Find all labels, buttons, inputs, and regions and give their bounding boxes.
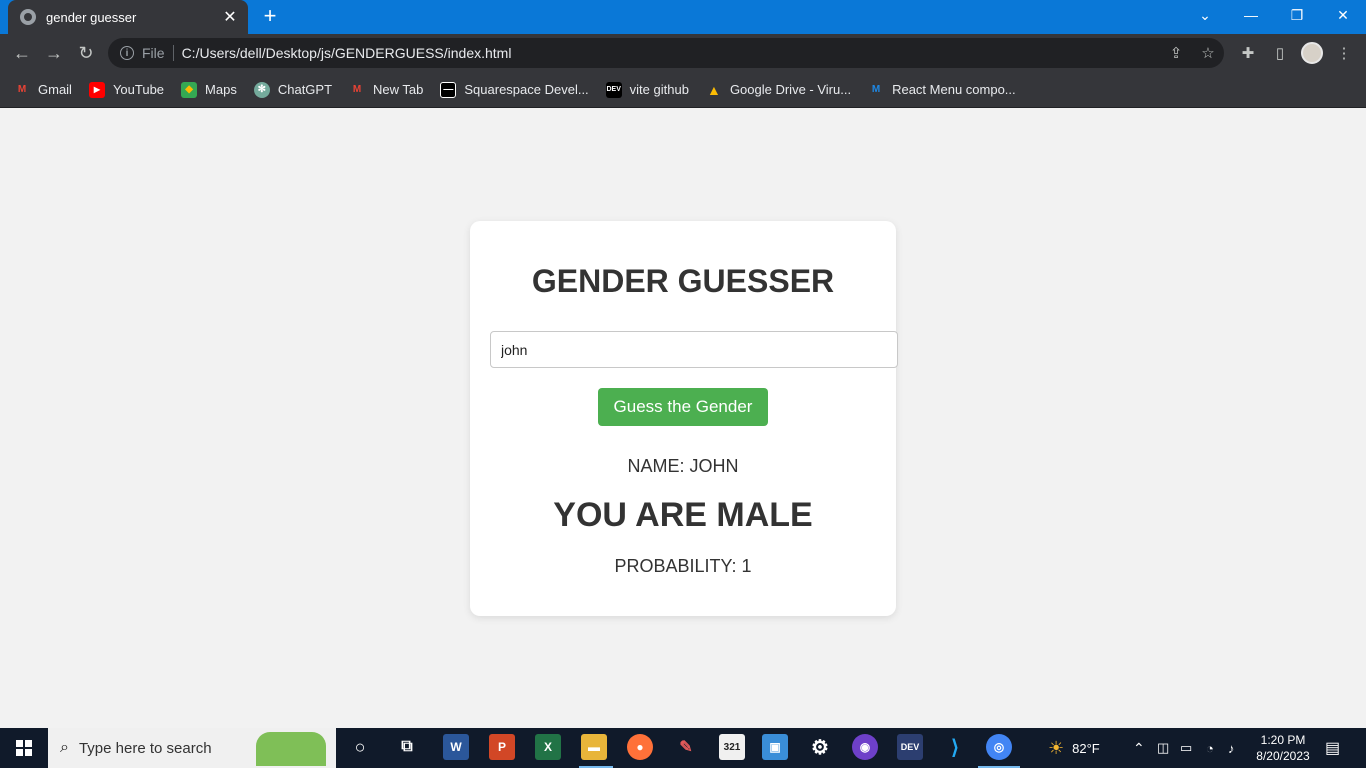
- name-input[interactable]: [490, 331, 898, 368]
- task-view-icon[interactable]: ⧉: [394, 734, 420, 760]
- battery-icon[interactable]: ▭: [1180, 728, 1192, 768]
- bookmark-star-icon[interactable]: ☆: [1198, 43, 1218, 63]
- volume-icon[interactable]: ♪: [1228, 728, 1235, 768]
- bookmark-label: ChatGPT: [277, 82, 333, 97]
- bookmark-gmail[interactable]: M Gmail: [14, 82, 72, 98]
- weather-temp: 82°F: [1072, 740, 1100, 756]
- bookmark-label: vite github: [629, 82, 689, 97]
- menu-kebab-icon[interactable]: ⋮: [1334, 43, 1354, 63]
- system-clock[interactable]: 1:20 PM 8/20/2023: [1250, 732, 1316, 764]
- browser-tab[interactable]: gender guesser ✕: [8, 0, 248, 34]
- bookmark-chatgpt[interactable]: ✻ ChatGPT: [253, 81, 333, 98]
- browser-toolbar: ← → ↻ i File C:/Users/dell/Desktop/js/GE…: [0, 34, 1366, 72]
- bookmark-label: New Tab: [373, 82, 424, 97]
- wifi-icon[interactable]: ◔: [1206, 728, 1214, 768]
- dev-app-icon[interactable]: DEV: [897, 734, 923, 760]
- bookmark-label: Squarespace Devel...: [464, 82, 589, 97]
- bookmark-google-drive[interactable]: ▲ Google Drive - Viru...: [706, 82, 851, 98]
- maps-icon: ◆: [181, 81, 198, 98]
- bookmark-vite-github[interactable]: DEV vite github: [605, 81, 689, 98]
- github-icon[interactable]: ◉: [852, 734, 878, 760]
- calendar-icon[interactable]: 321: [719, 734, 745, 760]
- windows-icon: [16, 740, 32, 756]
- youtube-icon: ▶: [88, 81, 105, 98]
- taskbar-search[interactable]: ⌕ Type here to search: [48, 728, 336, 768]
- bookmark-squarespace[interactable]: — Squarespace Devel...: [440, 81, 589, 98]
- bookmark-label: Maps: [205, 82, 237, 97]
- search-placeholder: Type here to search: [78, 739, 212, 757]
- app-title: GENDER GUESSER: [531, 263, 835, 299]
- meet-now-icon[interactable]: ◫: [1157, 728, 1169, 768]
- name-result: NAME: JOHN: [627, 456, 739, 476]
- settings-gear-icon[interactable]: ⚙: [807, 734, 833, 760]
- start-button[interactable]: [0, 728, 48, 768]
- scheme-label: File: [142, 45, 174, 61]
- address-bar[interactable]: i File C:/Users/dell/Desktop/js/GENDERGU…: [108, 38, 1224, 68]
- bookmarks-bar: M Gmail ▶ YouTube ◆ Maps ✻ ChatGPT M New…: [0, 72, 1366, 108]
- firefox-icon[interactable]: ●: [627, 734, 653, 760]
- browser-tab-strip: gender guesser ✕ + ⌄ — ❐ ✕: [0, 0, 1366, 34]
- file-explorer-icon[interactable]: ▬: [581, 734, 607, 760]
- minimize-button[interactable]: —: [1228, 0, 1274, 30]
- chrome-icon[interactable]: ◎: [986, 734, 1012, 760]
- extensions-icon[interactable]: ✚: [1238, 43, 1258, 63]
- paint-icon[interactable]: ✎: [673, 734, 699, 760]
- chevron-up-icon[interactable]: ⌃: [1133, 728, 1145, 768]
- cortana-icon[interactable]: ○: [347, 734, 373, 760]
- word-icon[interactable]: W: [443, 734, 469, 760]
- side-panel-icon[interactable]: ▯: [1270, 43, 1290, 63]
- weather-icon: ☀: [1048, 737, 1065, 758]
- taskbar: ⌕ Type here to search ○ ⧉ W P X ▬ ● ✎ 32…: [0, 728, 1366, 768]
- react-menu-icon: M: [871, 84, 881, 95]
- tab-title: gender guesser: [46, 9, 137, 25]
- notification-icon[interactable]: ▤: [1325, 728, 1340, 768]
- bookmark-youtube[interactable]: ▶ YouTube: [88, 81, 165, 98]
- bookmark-new-tab[interactable]: M New Tab: [349, 82, 424, 98]
- forward-icon[interactable]: →: [42, 41, 66, 65]
- excel-icon[interactable]: X: [535, 734, 561, 760]
- gmail-icon: M: [352, 84, 362, 95]
- search-icon: ⌕: [60, 739, 69, 756]
- dev-icon: DEV: [605, 81, 622, 98]
- share-icon[interactable]: ⇪: [1166, 43, 1186, 63]
- squarespace-icon: —: [440, 81, 457, 98]
- search-highlight-image: [256, 732, 326, 766]
- vscode-icon[interactable]: ⟩: [942, 734, 968, 760]
- bookmark-label: YouTube: [112, 82, 165, 97]
- drive-icon: ▲: [707, 81, 721, 98]
- info-icon[interactable]: i: [120, 46, 134, 60]
- close-tab-icon[interactable]: ✕: [222, 7, 238, 27]
- reload-icon[interactable]: ↻: [74, 41, 98, 65]
- restore-button[interactable]: ❐: [1274, 0, 1320, 30]
- control-panel-icon[interactable]: ▣: [762, 734, 788, 760]
- gender-guesser-card: GENDER GUESSER Guess the Gender NAME: JO…: [470, 221, 898, 616]
- chatgpt-icon: ✻: [253, 81, 270, 98]
- bookmark-label: Google Drive - Viru...: [729, 82, 852, 97]
- guess-gender-button[interactable]: Guess the Gender: [598, 388, 768, 426]
- close-window-button[interactable]: ✕: [1320, 0, 1366, 30]
- clock-date: 8/20/2023: [1256, 749, 1310, 763]
- bookmark-maps[interactable]: ◆ Maps: [181, 81, 237, 98]
- bookmark-label: React Menu compo...: [892, 82, 1016, 97]
- gender-result: YOU ARE MALE: [553, 496, 813, 534]
- tab-search-icon[interactable]: ⌄: [1182, 0, 1228, 30]
- clock-time: 1:20 PM: [1260, 733, 1306, 747]
- back-icon[interactable]: ←: [10, 41, 34, 65]
- gmail-icon: M: [17, 84, 27, 95]
- url-text[interactable]: C:/Users/dell/Desktop/js/GENDERGUESS/ind…: [182, 45, 512, 61]
- bookmark-label: Gmail: [38, 82, 72, 97]
- new-tab-button[interactable]: +: [259, 5, 281, 29]
- probability-result: PROBABILITY: 1: [614, 556, 752, 576]
- weather-widget[interactable]: ☀ 82°F: [1048, 728, 1100, 768]
- powerpoint-icon[interactable]: P: [489, 734, 515, 760]
- globe-icon: [20, 9, 36, 25]
- profile-avatar[interactable]: [1301, 42, 1323, 64]
- bookmark-react-menu[interactable]: M React Menu compo...: [868, 82, 1016, 98]
